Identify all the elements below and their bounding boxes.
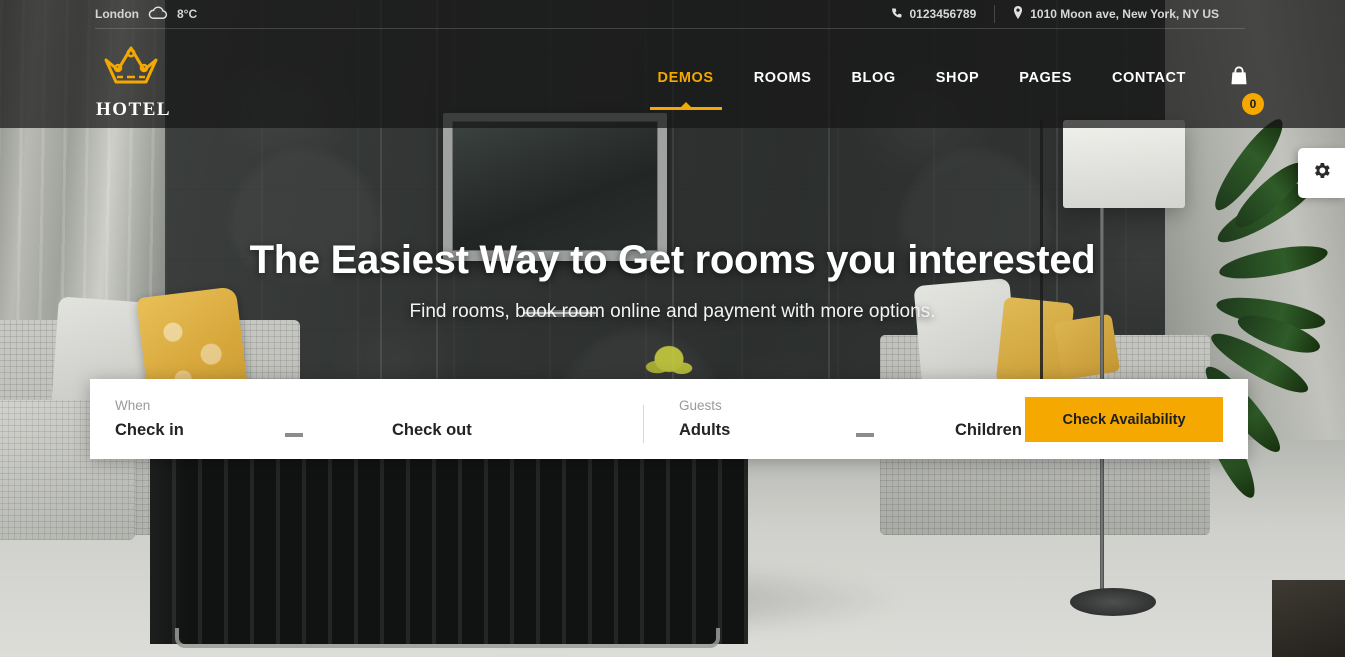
tv-screen — [452, 121, 658, 251]
nav-label-demos: DEMOS — [657, 70, 714, 86]
top-bar: London 8°C 0123456789 1010 Moon ave, New… — [0, 0, 1345, 28]
hero-subtitle: Find rooms, book room online and payment… — [409, 301, 936, 322]
check-out-field[interactable]: Check out — [392, 421, 472, 440]
logo-text: HOTEL — [96, 99, 172, 120]
phone-icon — [891, 7, 903, 22]
main-menu: DEMOS ROOMS BLOG SHOP PAGES CONTACT 0 — [638, 28, 1264, 128]
hero-subtitle-underline — [523, 312, 596, 314]
nav-label-pages: PAGES — [1019, 70, 1072, 86]
city-label: London — [95, 7, 139, 21]
settings-panel-toggle[interactable] — [1298, 148, 1345, 198]
site-logo[interactable]: HOTEL — [96, 40, 172, 121]
active-underline — [649, 107, 722, 110]
crown-icon — [100, 46, 162, 96]
palm-plant — [1193, 113, 1345, 515]
phone-number: 0123456789 — [909, 7, 977, 21]
shopping-bag-icon — [1228, 65, 1250, 92]
navigation-bar: HOTEL DEMOS ROOMS BLOG SHOP PAGES CONTAC — [0, 28, 1345, 128]
nav-item-blog[interactable]: BLOG — [831, 28, 915, 128]
page-root: London 8°C 0123456789 1010 Moon ave, New… — [0, 0, 1345, 657]
nav-label-blog: BLOG — [851, 70, 896, 86]
nav-item-demos[interactable]: DEMOS — [638, 28, 734, 128]
nav-item-shop[interactable]: SHOP — [916, 28, 1000, 128]
hero-text-block: The Easiest Way to Get rooms you interes… — [0, 238, 1345, 323]
top-bar-left: London 8°C — [95, 6, 197, 23]
hero-title: The Easiest Way to Get rooms you interes… — [249, 238, 1096, 282]
children-field[interactable]: Children — [955, 421, 1022, 440]
cart-button[interactable]: 0 — [1206, 65, 1264, 115]
when-group: When Check in Check out — [90, 379, 643, 459]
when-label: When — [115, 398, 151, 413]
gear-icon — [1311, 160, 1332, 186]
cloud-icon — [148, 6, 168, 23]
nav-label-shop: SHOP — [935, 70, 980, 86]
nav-item-rooms[interactable]: ROOMS — [734, 28, 832, 128]
guests-range-dash — [856, 433, 874, 437]
floor-lamp-base — [1070, 588, 1156, 616]
address-item[interactable]: 1010 Moon ave, New York, NY US — [995, 6, 1237, 22]
top-bar-right: 0123456789 1010 Moon ave, New York, NY U… — [873, 5, 1238, 23]
nav-item-contact[interactable]: CONTACT — [1092, 28, 1206, 128]
map-pin-icon — [1013, 6, 1023, 22]
nav-label-rooms: ROOMS — [753, 70, 812, 86]
check-in-field[interactable]: Check in — [115, 421, 184, 440]
radiator-legs — [175, 628, 720, 648]
active-caret-icon — [680, 102, 691, 107]
cart-count-badge: 0 — [1242, 92, 1264, 115]
date-range-dash — [285, 433, 303, 437]
dark-cabinet — [1272, 580, 1345, 657]
nav-label-contact: CONTACT — [1111, 70, 1186, 86]
check-availability-button[interactable]: Check Availability — [1025, 397, 1223, 442]
nav-item-pages[interactable]: PAGES — [999, 28, 1092, 128]
temperature-label: 8°C — [176, 7, 198, 21]
address-text: 1010 Moon ave, New York, NY US — [1030, 7, 1219, 21]
guests-label: Guests — [679, 398, 722, 413]
adults-field[interactable]: Adults — [679, 421, 730, 440]
floor-lamp-shade — [1063, 120, 1185, 208]
booking-search-bar: When Check in Check out Guests Adults Ch… — [90, 379, 1248, 459]
slatted-radiator — [150, 448, 748, 644]
phone-contact[interactable]: 0123456789 — [873, 7, 995, 22]
